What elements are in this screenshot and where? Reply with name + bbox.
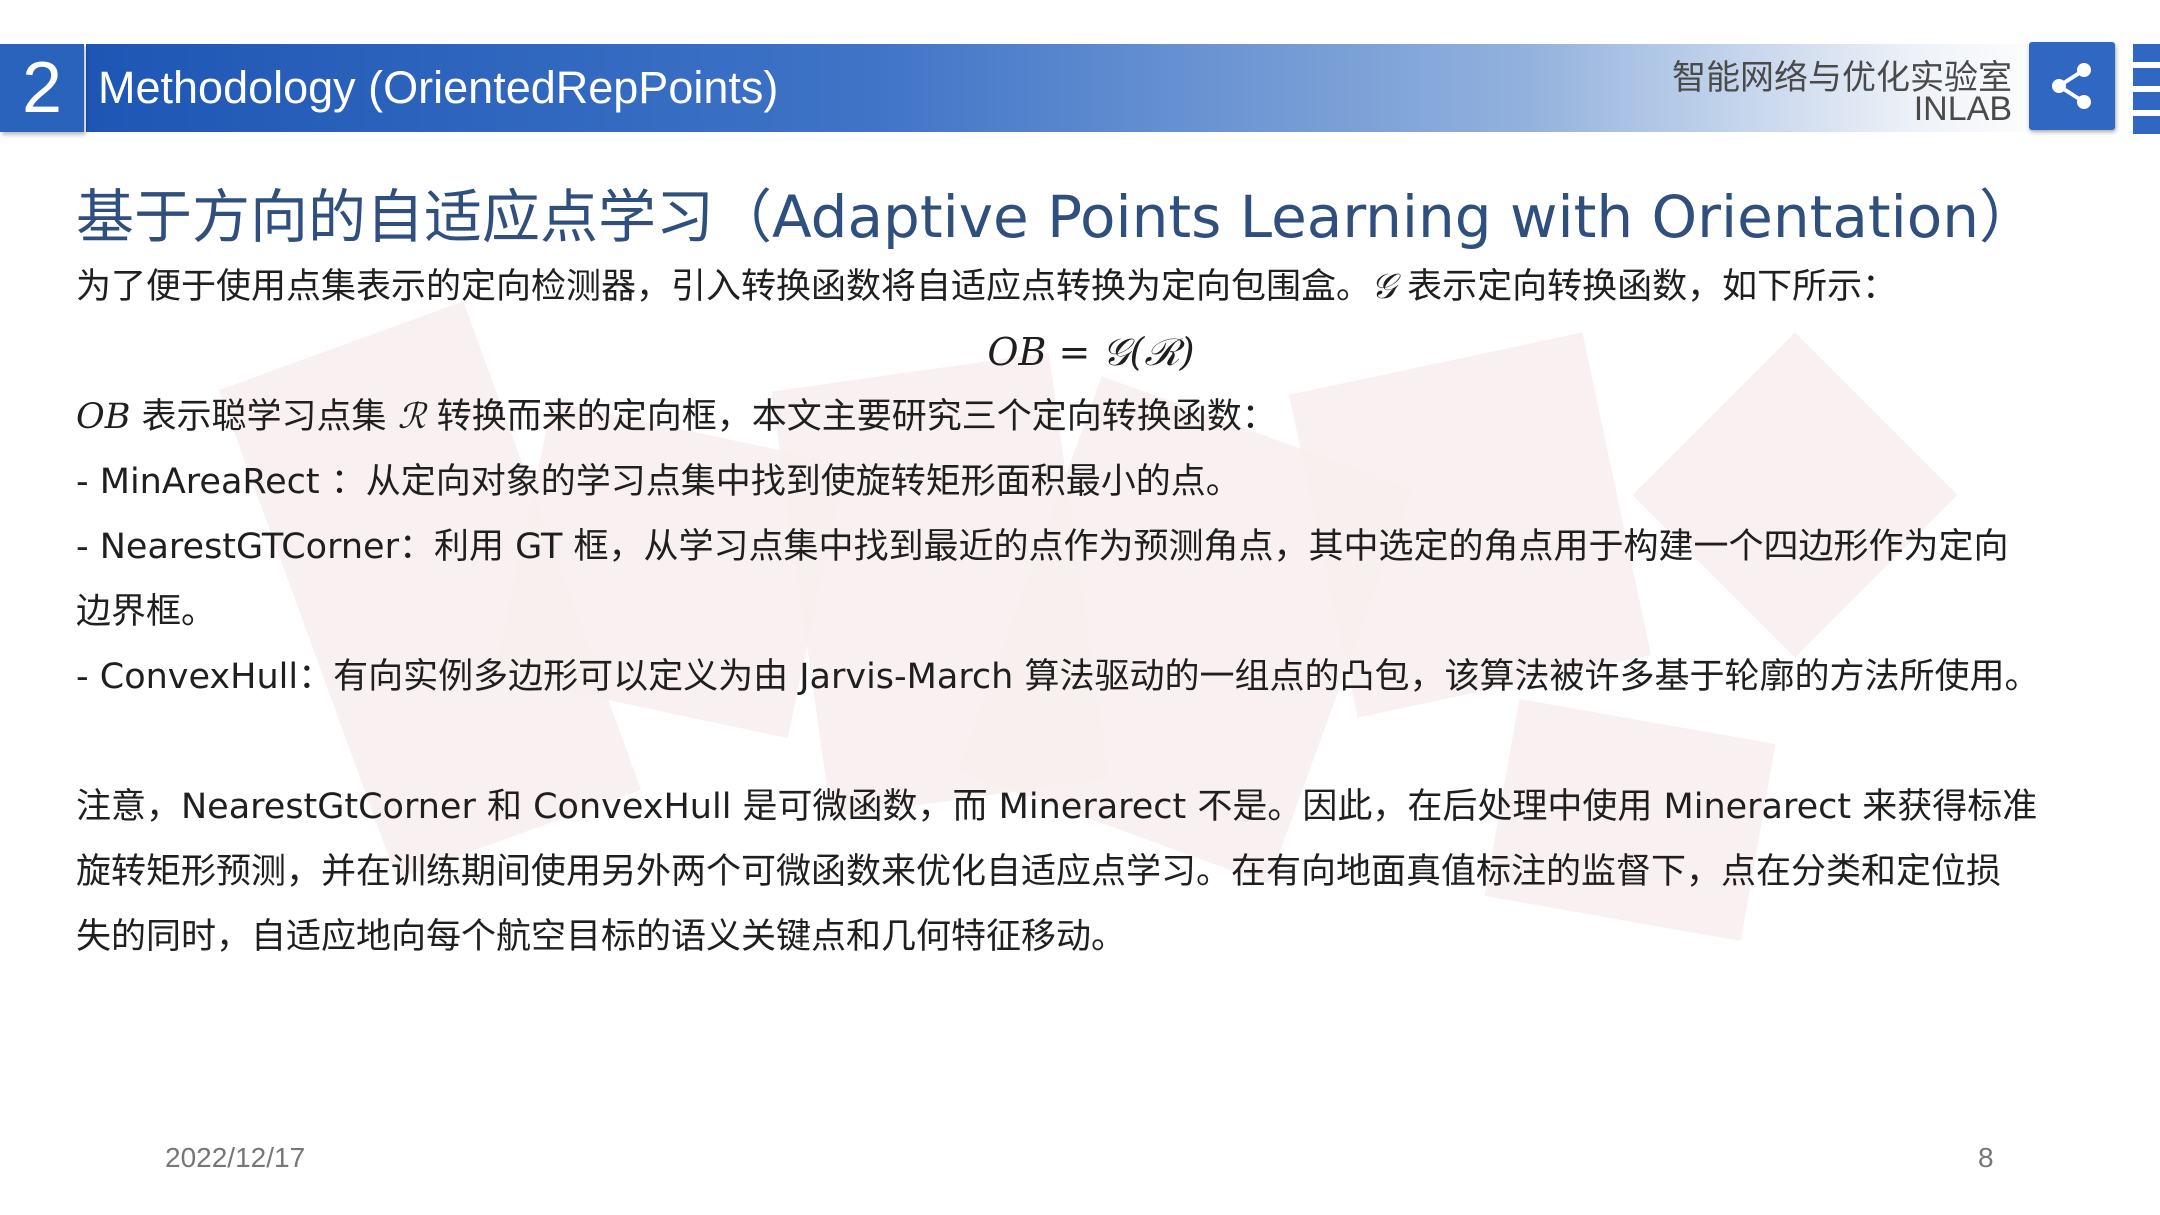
bullet-minarearect: - MinAreaRect ：从定向对象的学习点集中找到使旋转矩形面积最小的点。 — [76, 462, 1241, 502]
intro-text-tail: 表示定向转换函数，如下所示： — [1395, 267, 1898, 307]
bullet-nearestgtcorner: - NearestGTCorner：利用 GT 框，从学习点集中找到最近的点作为… — [76, 527, 2009, 567]
edge-decoration — [2133, 44, 2160, 134]
note-line-2: 旋转矩形预测，并在训练期间使用另外两个可微函数来优化自适应点学习。在有向地面真值… — [76, 852, 2002, 892]
intro-text: 为了便于使用点集表示的定向检测器，引入转换函数将自适应点转换为定向包围盒。 — [76, 267, 1372, 307]
formula: 𝑂𝐵 = 𝒢(ℛ) — [987, 330, 1195, 374]
lab-name-en: INLAB — [1913, 90, 2012, 128]
content-body: 为了便于使用点集表示的定向检测器，引入转换函数将自适应点转换为定向包围盒。𝒢 表… — [76, 255, 2106, 970]
intro-line: 为了便于使用点集表示的定向检测器，引入转换函数将自适应点转换为定向包围盒。𝒢 表… — [76, 255, 2106, 320]
section-number: 2 — [0, 44, 84, 132]
note-line-1: 注意，NearestGtCorner 和 ConvexHull 是可微函数，而 … — [76, 787, 2038, 827]
bullet-convexhull: - ConvexHull：有向实例多边形可以定义为由 Jarvis-March … — [76, 657, 2040, 697]
bullet-nearestgtcorner-cont: 边界框。 — [76, 592, 217, 632]
footer-date: 2022/12/17 — [165, 1142, 306, 1173]
ob-text: 表示聪学习点集 — [130, 397, 398, 437]
r-symbol: ℛ — [397, 397, 426, 437]
share-icon — [2052, 63, 2091, 109]
slide-title: Methodology (OrientedRepPoints) — [98, 62, 779, 113]
ob-symbol: 𝑂𝐵 — [76, 397, 131, 437]
ob-line: 𝑂𝐵 表示聪学习点集 ℛ 转换而来的定向框，本文主要研究三个定向转换函数： — [76, 385, 2106, 450]
section-subtitle: 基于方向的自适应点学习（Adaptive Points Learning wit… — [76, 183, 2037, 251]
note-line-3: 失的同时，自适应地向每个航空目标的语义关键点和几何特征移动。 — [76, 917, 1127, 957]
g-symbol: 𝒢 — [1371, 267, 1396, 307]
page-number: 8 — [1978, 1142, 1994, 1173]
share-button[interactable] — [2029, 42, 2115, 130]
ob-text-tail: 转换而来的定向框，本文主要研究三个定向转换函数： — [425, 397, 1277, 437]
